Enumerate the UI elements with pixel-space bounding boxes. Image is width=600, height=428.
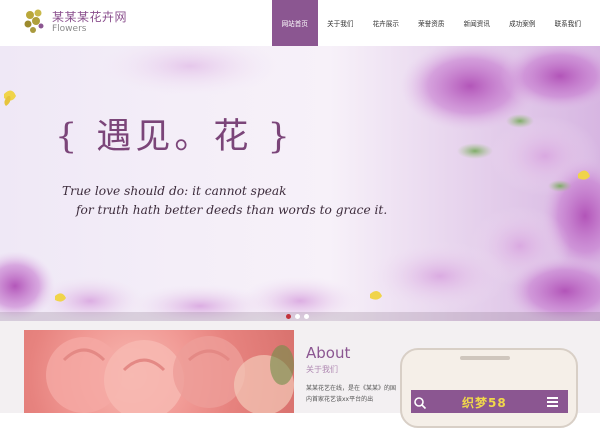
phone-speaker xyxy=(460,356,510,360)
slider-dots xyxy=(286,314,309,319)
nav-home[interactable]: 网站首页 xyxy=(272,0,318,46)
phone-mockup xyxy=(400,348,578,428)
slider-dot-3[interactable] xyxy=(304,314,309,319)
nav-flowers[interactable]: 花卉展示 xyxy=(363,0,409,46)
nav-contact[interactable]: 联系我们 xyxy=(545,0,591,46)
brand-subtitle: Flowers xyxy=(52,24,87,34)
nav-news[interactable]: 新闻资讯 xyxy=(454,0,500,46)
main-nav: 网站首页 关于我们 花卉展示 荣誉资质 新闻资讯 成功案例 联系我们 xyxy=(272,0,591,46)
menu-icon[interactable] xyxy=(547,397,558,407)
about-subtitle: 关于我们 xyxy=(306,365,338,374)
brand-name: 某某某花卉网 xyxy=(52,10,128,24)
nav-cases[interactable]: 成功案例 xyxy=(500,0,546,46)
hero-banner: { 遇见。花 } True love should do: it cannot … xyxy=(0,46,600,321)
carnation-image xyxy=(24,330,294,413)
search-icon[interactable] xyxy=(413,396,427,410)
butterfly-icon xyxy=(4,90,16,106)
about-title: About xyxy=(306,344,351,362)
nav-honors[interactable]: 荣誉资质 xyxy=(409,0,455,46)
banner-slogan: { 遇见。花 } xyxy=(55,117,294,157)
slider-dot-2[interactable] xyxy=(295,314,300,319)
header: 某某某花卉网 Flowers 网站首页 关于我们 花卉展示 荣誉资质 新闻资讯 … xyxy=(0,0,600,46)
flower-logo-icon[interactable] xyxy=(22,6,48,36)
quote-line-2: for truth hath better deeds than words t… xyxy=(76,203,388,217)
quote-line-1: True love should do: it cannot speak xyxy=(62,184,287,198)
about-text: 某某花艺在线，是在《某某》的国内首家花艺该xx平台的出 xyxy=(306,385,397,403)
phone-title: 织梦58 xyxy=(462,396,507,410)
nav-about[interactable]: 关于我们 xyxy=(318,0,364,46)
slider-dot-1[interactable] xyxy=(286,314,291,319)
banner-quote: True love should do: it cannot speak for… xyxy=(62,182,387,220)
